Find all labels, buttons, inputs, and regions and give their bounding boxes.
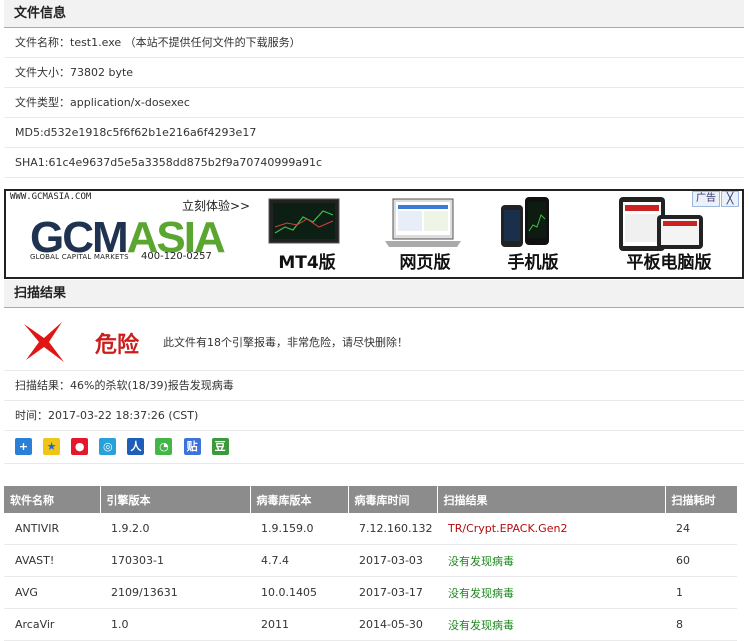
table-row: AVAST! 170303-1 4.7.4 2017-03-03 没有发现病毒 60: [4, 544, 737, 577]
ad-product-label: MT4版: [278, 253, 336, 273]
ad-product-web: 网页版: [379, 197, 471, 273]
cell-db: 1.9.159.0: [250, 513, 348, 545]
cell-db: 4.7.4: [250, 544, 348, 577]
wechat-icon[interactable]: ◔: [155, 438, 173, 455]
ad-banner[interactable]: WWW.GCMASIA.COM 立刻体验>> GCMASIA GLOBAL CA…: [4, 189, 744, 279]
cell-engine: 1.0: [100, 608, 250, 641]
file-info-header: 文件信息: [4, 0, 744, 28]
file-info-value: 73802 byte: [70, 66, 134, 79]
tencent-weibo-icon[interactable]: ◎: [99, 438, 117, 455]
column-header[interactable]: 扫描耗时: [664, 486, 737, 513]
danger-status: 危险: [95, 333, 140, 358]
cell-db-time: 2014-05-30: [348, 608, 437, 641]
file-info-row: 文件类型：application/x-dosexec: [4, 88, 744, 118]
plus-share-icon[interactable]: +: [15, 438, 32, 455]
file-info-list: 文件名称：test1.exe （本站不提供任何文件的下载服务） 文件大小：7380…: [4, 28, 744, 178]
column-header[interactable]: 扫描结果: [436, 486, 665, 513]
cell-time: 8: [665, 608, 737, 641]
share-bar: + ★ ● ◎ 人 ◔ 贴 豆: [4, 431, 744, 464]
file-info-row: 文件名称：test1.exe （本站不提供任何文件的下载服务）: [4, 28, 744, 58]
laptop-icon: [385, 198, 461, 247]
scan-summary: 扫描结果：46%的杀软(18/39)报告发现病毒: [4, 371, 744, 401]
cell-name: ANTIVIR: [4, 513, 100, 545]
cell-db: 10.0.1405: [250, 576, 348, 609]
column-header[interactable]: 病毒库时间: [347, 486, 437, 513]
monitor-icon: [268, 198, 340, 244]
cell-db-time: 2017-03-03: [348, 544, 437, 577]
scan-title: 扫描结果: [14, 286, 67, 301]
file-info-label: MD5:: [15, 126, 44, 139]
file-info-row: SHA1:61c4e9637d5e5a3358dd875b2f9a7074099…: [4, 148, 744, 178]
cell-db-time: 7.12.160.132: [348, 513, 437, 545]
file-info-label: SHA1:: [15, 156, 49, 169]
cell-time: 1: [665, 576, 737, 609]
phone-icon: [501, 197, 549, 247]
file-info-value: test1.exe （本站不提供任何文件的下载服务）: [70, 36, 301, 49]
cell-result: 没有发现病毒: [437, 544, 665, 577]
scan-header: 扫描结果: [4, 280, 744, 308]
renren-icon[interactable]: 人: [127, 438, 145, 455]
file-info-row: MD5:d532e1918c5f6f62b1e216a6f4293e17: [4, 118, 744, 148]
ad-close-icon[interactable]: ╳: [721, 191, 739, 207]
cell-name: ArcaVir: [4, 608, 100, 641]
scan-time: 时间：2017-03-22 18:37:26 (CST): [4, 401, 744, 431]
cell-name: AVG: [4, 576, 100, 609]
danger-summary: 危险 此文件有18个引擎报毒，非常危险，请尽快删除！: [4, 308, 744, 371]
cell-result: TR/Crypt.EPACK.Gen2: [437, 513, 665, 545]
column-header[interactable]: 引擎版本: [99, 486, 250, 513]
cell-engine: 1.9.2.0: [100, 513, 250, 545]
ad-url: WWW.GCMASIA.COM: [10, 192, 92, 202]
tieba-icon[interactable]: 贴: [183, 438, 201, 455]
file-info-value: d532e1918c5f6f62b1e216a6f4293e17: [43, 126, 257, 139]
ad-badge[interactable]: 广告: [692, 191, 720, 207]
ad-product-label: 手机版: [507, 253, 559, 273]
ad-phone: 400-120-0257: [141, 251, 212, 262]
ad-cta[interactable]: 立刻体验>>: [182, 197, 250, 214]
ad-product-label: 网页版: [399, 253, 451, 273]
file-info-label: 文件名称：: [15, 36, 70, 49]
ad-product-label: 平板电脑版: [626, 253, 712, 273]
danger-description: 此文件有18个引擎报毒，非常危险，请尽快删除！: [163, 336, 408, 349]
column-header[interactable]: 软件名称: [4, 486, 100, 513]
cell-time: 24: [665, 513, 737, 545]
file-info-label: 文件大小：: [15, 66, 70, 79]
cell-engine: 170303-1: [100, 544, 250, 577]
qzone-icon[interactable]: ★: [43, 438, 61, 455]
ad-tagline: GLOBAL CAPITAL MARKETS: [30, 253, 129, 261]
page: 文件信息 文件名称：test1.exe （本站不提供任何文件的下载服务） 文件大小…: [4, 0, 744, 641]
cell-result: 没有发现病毒: [437, 608, 665, 641]
cell-engine: 2109/13631: [100, 576, 250, 609]
table-row: ANTIVIR 1.9.2.0 1.9.159.0 7.12.160.132 TR/Cr…: [4, 513, 737, 545]
file-info-value: application/x-dosexec: [70, 96, 190, 109]
cell-db: 2011: [250, 608, 348, 641]
file-info-value: 61c4e9637d5e5a3358dd875b2f9a70740999a91c: [48, 156, 323, 169]
ad-product-mt4: MT4版: [261, 197, 353, 273]
cell-time: 60: [665, 544, 737, 577]
ad-product-mobile: 手机版: [487, 197, 579, 273]
cell-db-time: 2017-03-17: [348, 576, 437, 609]
table-body: ANTIVIR 1.9.2.0 1.9.159.0 7.12.160.132 TR/Cr…: [4, 513, 737, 641]
ad-product-tablet: 平板电脑版: [609, 197, 729, 273]
danger-x-icon: [24, 322, 64, 362]
table-header-row: 软件名称 引擎版本 病毒库版本 病毒库时间 扫描结果 扫描耗时: [4, 486, 737, 513]
file-info-title: 文件信息: [14, 6, 67, 21]
column-header[interactable]: 病毒库版本: [249, 486, 348, 513]
cell-name: AVAST!: [4, 544, 100, 577]
scan-results-table: 软件名称 引擎版本 病毒库版本 病毒库时间 扫描结果 扫描耗时 ANTIVIR 1…: [4, 486, 737, 641]
file-info-row: 文件大小：73802 byte: [4, 58, 744, 88]
weibo-icon[interactable]: ●: [71, 438, 89, 455]
file-info-label: 文件类型：: [15, 96, 70, 109]
cell-result: 没有发现病毒: [437, 576, 665, 609]
table-row: AVG 2109/13631 10.0.1405 2017-03-17 没有发现病毒 1: [4, 576, 737, 609]
table-row: ArcaVir 1.0 2011 2014-05-30 没有发现病毒 8: [4, 608, 737, 641]
douban-icon[interactable]: 豆: [211, 438, 229, 455]
